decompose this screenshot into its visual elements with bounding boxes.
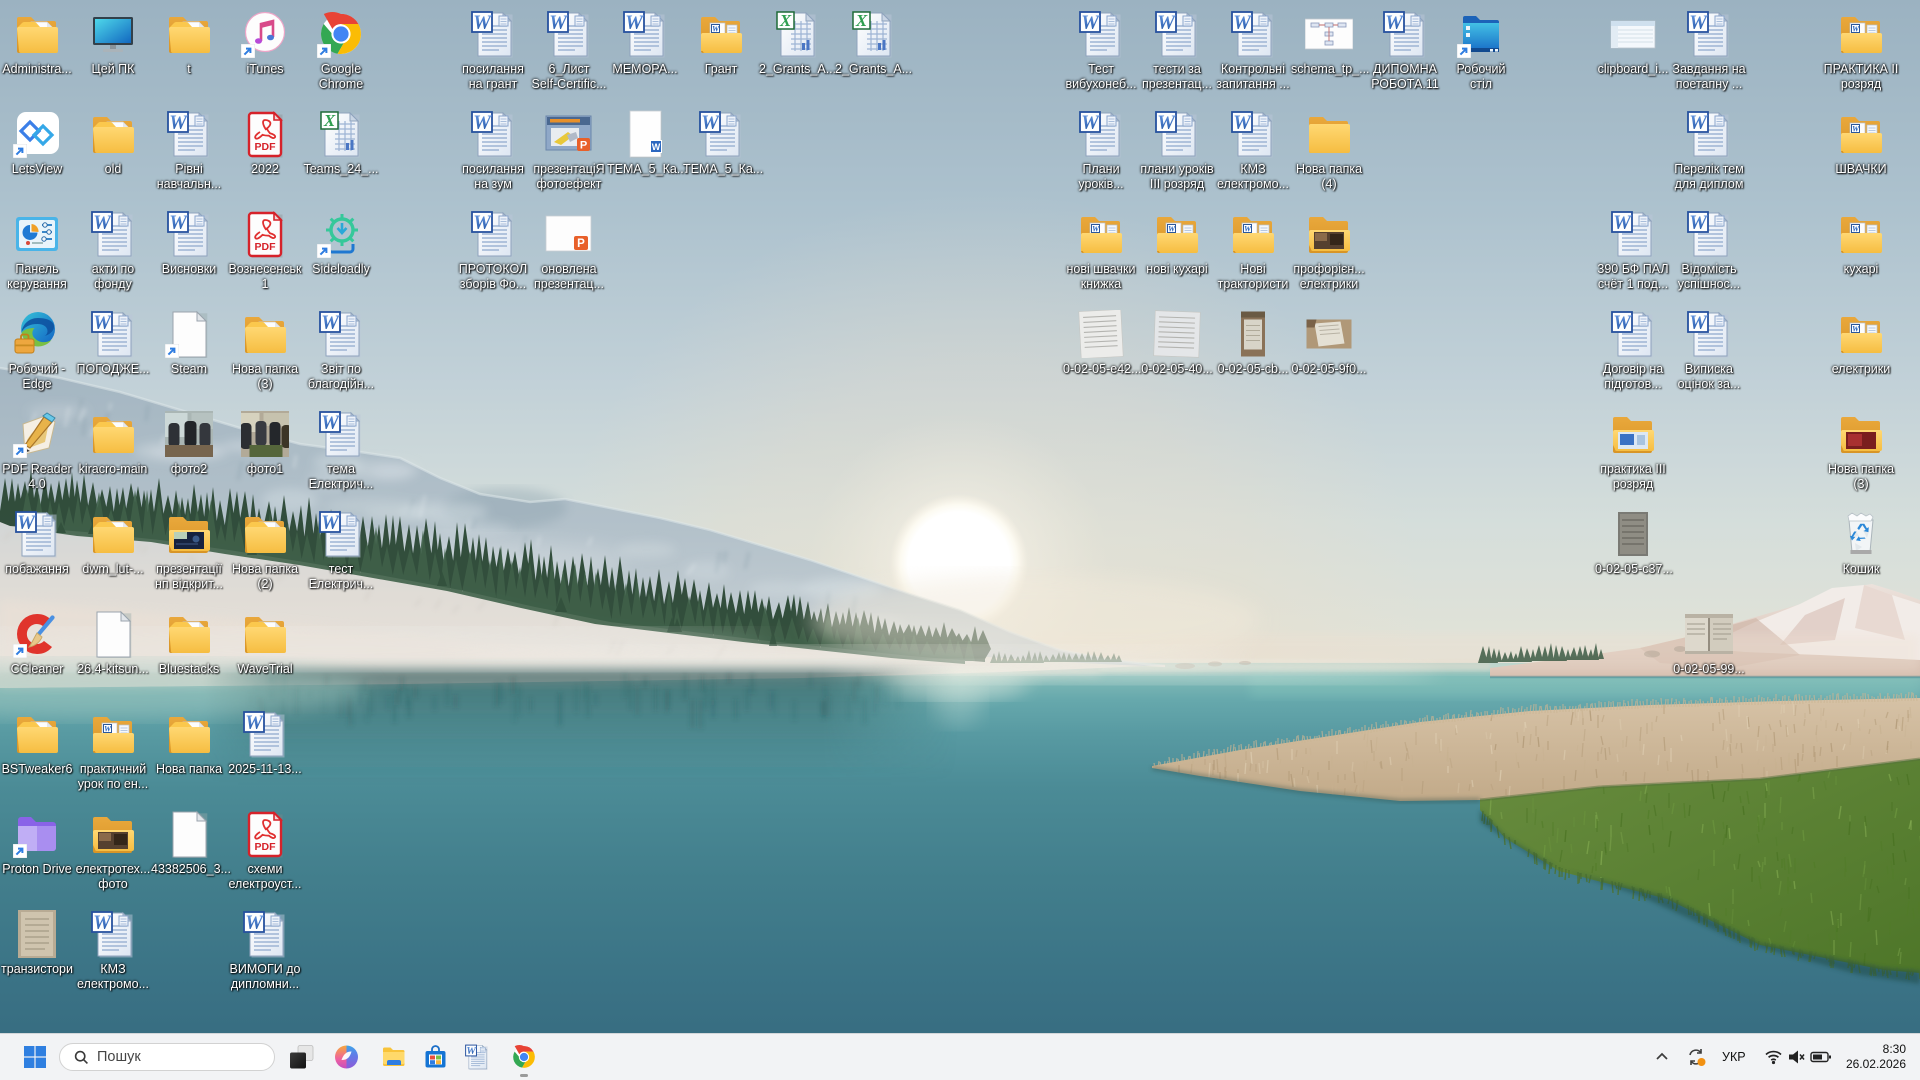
svg-text:W: W: [1852, 125, 1860, 134]
svg-text:P: P: [577, 238, 585, 250]
svg-text:W: W: [1852, 325, 1860, 334]
svg-text:W: W: [104, 725, 112, 734]
svg-text:W: W: [712, 25, 720, 34]
svg-text:W: W: [1852, 225, 1860, 234]
svg-text:P: P: [580, 140, 587, 152]
svg-text:W: W: [1092, 225, 1100, 234]
svg-text:W: W: [1852, 25, 1860, 34]
svg-text:W: W: [1168, 225, 1176, 234]
svg-text:W: W: [1244, 225, 1252, 234]
